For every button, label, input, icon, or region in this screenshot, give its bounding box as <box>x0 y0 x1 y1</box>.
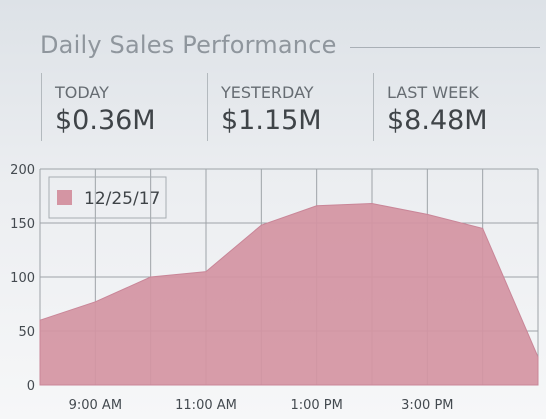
sales-area-chart: 0 50 100 150 200 9:00 AM 11:00 AM 1:00 PM 3:00 P… <box>10 163 539 413</box>
x-tick-label-3: 11:00 AM <box>175 398 237 413</box>
data-point-4 <box>260 224 262 226</box>
x-tick-label-5: 1:00 PM <box>290 398 342 413</box>
x-tick-label-7: 3:00 PM <box>401 398 453 413</box>
y-tick-label-150: 150 <box>10 217 35 232</box>
data-point-0 <box>39 319 41 321</box>
data-point-2 <box>150 276 152 278</box>
data-point-9 <box>537 356 539 358</box>
data-point-1 <box>94 301 96 303</box>
y-tick-label-50: 50 <box>18 325 35 340</box>
data-point-6 <box>371 203 373 205</box>
y-tick-label-0: 0 <box>27 379 35 394</box>
x-tick-label-1: 9:00 AM <box>69 398 122 413</box>
data-point-5 <box>316 205 318 207</box>
y-tick-label-100: 100 <box>10 271 35 286</box>
y-tick-label-200: 200 <box>10 163 35 178</box>
data-point-3 <box>205 271 207 273</box>
legend-label: 12/25/17 <box>84 189 160 209</box>
legend-swatch <box>57 190 72 205</box>
data-point-8 <box>482 227 484 229</box>
data-point-7 <box>426 213 428 215</box>
series-area-12-25-17 <box>39 203 539 386</box>
